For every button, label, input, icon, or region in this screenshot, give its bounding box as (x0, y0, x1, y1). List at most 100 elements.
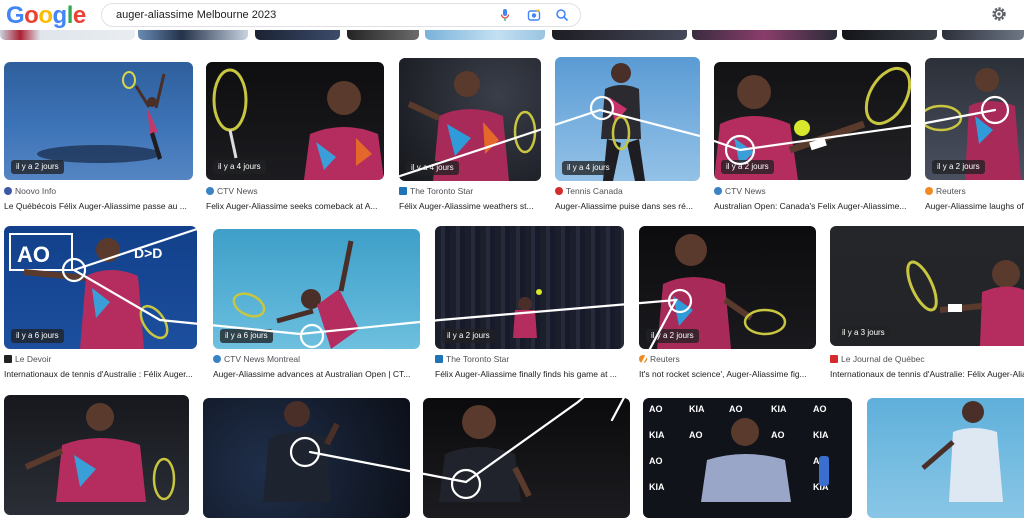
source-favicon-icon (925, 187, 933, 195)
source-name: Reuters (936, 186, 966, 196)
search-box[interactable] (101, 3, 581, 27)
result-thumbnail[interactable]: il y a 2 jours (435, 226, 624, 349)
source-favicon-icon (555, 187, 563, 195)
logo-letter: e (72, 2, 86, 29)
result-source[interactable]: The Toronto Star (399, 186, 473, 197)
partial-thumbnail[interactable] (347, 30, 419, 40)
player-photo (263, 401, 340, 502)
microphone-icon[interactable] (498, 8, 512, 22)
date-badge: il y a 4 jours (406, 161, 459, 175)
result-source[interactable]: Le Journal de Québec (830, 354, 925, 365)
result-thumbnail[interactable]: il y a 2 jours (4, 62, 193, 180)
image-result[interactable]: AO D>D il y a 6 jours Le Devoir Internat… (4, 226, 197, 382)
result-thumbnail[interactable]: il y a 4 jours (206, 62, 384, 180)
partial-thumbnail[interactable] (425, 30, 545, 40)
date-badge: il y a 2 jours (442, 329, 495, 343)
press-backdrop: AOKIAAOKIAAO KIAAOAOKIA AOAO KIAKIA (649, 404, 829, 502)
result-source[interactable]: Le Devoir (4, 354, 51, 365)
image-result[interactable]: il y a 4 jours The Toronto Star Félix Au… (399, 58, 541, 212)
result-thumbnail[interactable]: AO D>D il y a 6 jours (4, 226, 197, 349)
result-thumbnail[interactable]: il y a 4 jours (555, 57, 700, 181)
result-thumbnail[interactable]: il y a 2 jours (925, 58, 1024, 180)
search-icon[interactable] (555, 8, 569, 22)
image-result[interactable] (4, 395, 189, 515)
svg-text:AO: AO (689, 430, 703, 440)
image-result[interactable] (867, 398, 1024, 518)
svg-text:KIA: KIA (689, 404, 705, 414)
result-title[interactable]: Felix Auger-Aliassime seeks comeback at … (206, 201, 384, 212)
image-result[interactable]: AOKIAAOKIAAO KIAAOAOKIA AOAO KIAKIA (643, 398, 852, 518)
source-name: Le Journal de Québec (841, 354, 925, 364)
result-thumbnail[interactable] (203, 398, 410, 518)
result-thumbnail[interactable] (423, 398, 630, 518)
image-result[interactable]: il y a 2 jours Noovo Info Le Québécois F… (4, 62, 193, 212)
source-favicon-icon (399, 187, 407, 195)
result-title[interactable]: Auger-Aliassime laughs of... (925, 201, 1024, 212)
image-result[interactable]: il y a 4 jours Tennis Canada Auger-Alias… (555, 57, 700, 212)
source-name: Le Devoir (15, 354, 52, 364)
result-title[interactable]: Auger-Aliassime puise dans ses ré... (555, 201, 700, 212)
result-title[interactable]: Félix Auger-Aliassime finally finds his … (435, 369, 624, 380)
gear-icon[interactable] (990, 5, 1008, 23)
svg-text:AO: AO (813, 404, 827, 414)
image-result[interactable]: il y a 4 jours CTV News Felix Auger-Alia… (206, 62, 384, 212)
source-name: CTV News Montreal (224, 354, 301, 364)
result-thumbnail[interactable] (867, 398, 1024, 518)
svg-text:KIA: KIA (771, 404, 787, 414)
partial-thumbnail[interactable] (842, 30, 937, 40)
partial-thumbnail[interactable] (692, 30, 837, 40)
source-favicon-icon (213, 355, 221, 363)
svg-text:AO: AO (729, 404, 743, 414)
logo-letter: o (24, 2, 39, 29)
result-source[interactable]: CTV News (714, 186, 766, 197)
date-badge: il y a 2 jours (11, 160, 64, 174)
result-source[interactable]: The Toronto Star (435, 354, 509, 365)
partial-thumbnail[interactable] (552, 30, 687, 40)
image-result[interactable]: il y a 3 jours Le Journal de Québec Inte… (830, 226, 1024, 382)
camera-icon[interactable] (527, 8, 541, 22)
logo-letter: g (52, 2, 68, 29)
result-source[interactable]: Noovo Info (4, 186, 56, 197)
result-source[interactable]: Reuters (925, 186, 966, 197)
result-source[interactable]: CTV News Montreal (213, 354, 300, 365)
image-result[interactable] (203, 398, 410, 518)
result-thumbnail[interactable]: il y a 2 jours (639, 226, 816, 349)
result-title[interactable]: Le Québécois Félix Auger-Aliassime passe… (4, 201, 193, 212)
image-result[interactable]: il y a 2 jours The Toronto Star Félix Au… (435, 226, 624, 382)
search-input[interactable] (116, 7, 486, 23)
result-title[interactable]: Internationaux de tennis d'Australie: Fé… (830, 369, 1024, 380)
date-badge: il y a 3 jours (837, 326, 890, 340)
partial-thumbnail[interactable] (0, 30, 135, 40)
image-result[interactable] (423, 398, 630, 518)
result-thumbnail[interactable]: il y a 6 jours (213, 229, 420, 349)
image-result[interactable]: il y a 6 jours CTV News Montreal Auger-A… (213, 229, 420, 382)
source-name: Tennis Canada (566, 186, 623, 196)
result-source[interactable]: Tennis Canada (555, 186, 623, 197)
result-thumbnail[interactable]: il y a 3 jours (830, 226, 1024, 346)
player-photo (921, 401, 1003, 502)
date-badge: il y a 2 jours (932, 160, 985, 174)
image-result[interactable]: il y a 2 jours Reuters Auger-Aliassime l… (925, 58, 1024, 212)
result-title[interactable]: Australian Open: Canada's Felix Auger-Al… (714, 201, 911, 212)
result-thumbnail[interactable]: AOKIAAOKIAAO KIAAOAOKIA AOAO KIAKIA (643, 398, 852, 518)
result-title[interactable]: It's not rocket science', Auger-Aliassim… (639, 369, 816, 380)
source-favicon-icon (4, 355, 12, 363)
partial-thumbnail[interactable] (255, 30, 340, 40)
google-logo[interactable]: Google (6, 2, 86, 30)
partial-thumbnail[interactable] (138, 30, 248, 40)
image-result[interactable]: il y a 2 jours CTV News Australian Open:… (714, 62, 911, 212)
source-favicon-icon (830, 355, 838, 363)
result-thumbnail[interactable]: il y a 4 jours (399, 58, 541, 181)
source-name: Reuters (650, 354, 680, 364)
result-title[interactable]: Félix Auger-Aliassime weathers st... (399, 201, 541, 212)
result-thumbnail[interactable]: il y a 2 jours (714, 62, 911, 180)
result-title[interactable]: Auger-Aliassime advances at Australian O… (213, 369, 420, 380)
image-result[interactable]: il y a 2 jours Reuters It's not rocket s… (639, 226, 816, 382)
svg-text:AO: AO (649, 404, 663, 414)
source-name: The Toronto Star (446, 354, 510, 364)
result-thumbnail[interactable] (4, 395, 189, 515)
result-source[interactable]: CTV News (206, 186, 258, 197)
partial-thumbnail[interactable] (942, 30, 1024, 40)
result-source[interactable]: Reuters (639, 354, 680, 365)
result-title[interactable]: Internationaux de tennis d'Australie : F… (4, 369, 197, 380)
